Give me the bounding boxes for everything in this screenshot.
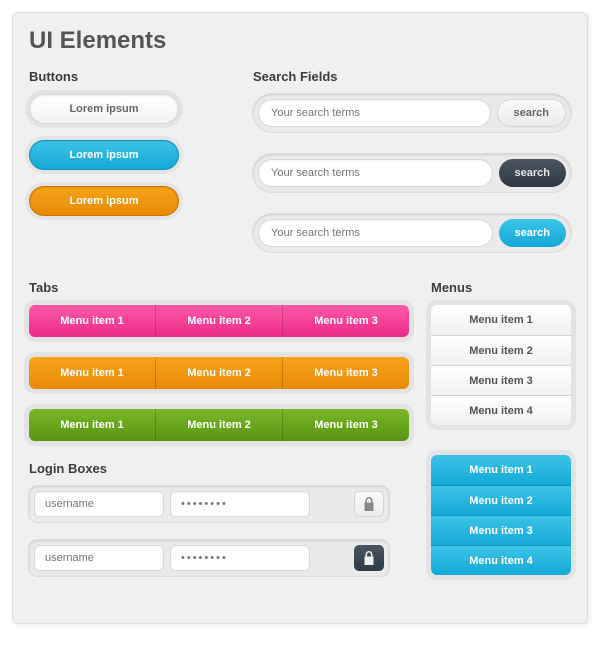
tabbar-orange: Menu item 1 Menu item 2 Menu item 3 xyxy=(29,357,409,389)
vertical-menu-white: Menu item 1 Menu item 2 Menu item 3 Menu… xyxy=(431,305,571,425)
username-input[interactable] xyxy=(34,491,164,517)
button-orange[interactable]: Lorem ipsum xyxy=(29,186,179,216)
lock-icon xyxy=(363,551,375,565)
login-heading: Login Boxes xyxy=(29,461,409,476)
lock-icon xyxy=(363,497,375,511)
search-input[interactable] xyxy=(258,159,493,187)
menus-heading: Menus xyxy=(431,280,571,295)
search-input[interactable] xyxy=(258,99,491,127)
tab-item[interactable]: Menu item 3 xyxy=(282,305,409,337)
buttons-heading: Buttons xyxy=(29,69,229,84)
search-section: Search Fields search search search xyxy=(253,69,571,274)
menu-item[interactable]: Menu item 3 xyxy=(431,365,571,395)
search-field-dark: search xyxy=(253,154,571,192)
tabs-heading: Tabs xyxy=(29,280,409,295)
login-box-light xyxy=(29,486,389,522)
menus-section: Menus Menu item 1 Menu item 2 Menu item … xyxy=(431,280,571,605)
password-input[interactable] xyxy=(170,491,310,517)
search-button[interactable]: search xyxy=(497,99,566,127)
tab-item[interactable]: Menu item 1 xyxy=(29,305,155,337)
tab-item[interactable]: Menu item 3 xyxy=(282,357,409,389)
search-button[interactable]: search xyxy=(499,159,566,187)
tab-item[interactable]: Menu item 2 xyxy=(155,305,282,337)
menu-item[interactable]: Menu item 4 xyxy=(431,395,571,425)
search-field-light: search xyxy=(253,94,571,132)
tabs-section: Tabs Menu item 1 Menu item 2 Menu item 3… xyxy=(29,280,409,605)
tab-item[interactable]: Menu item 1 xyxy=(29,357,155,389)
panel: UI Elements Buttons Lorem ipsum Lorem ip… xyxy=(12,12,588,624)
tab-item[interactable]: Menu item 2 xyxy=(155,409,282,441)
page-title: UI Elements xyxy=(29,27,571,55)
login-box-dark xyxy=(29,540,389,576)
menu-item[interactable]: Menu item 3 xyxy=(431,515,571,545)
search-field-blue: search xyxy=(253,214,571,252)
button-white[interactable]: Lorem ipsum xyxy=(29,94,179,124)
login-submit-button[interactable] xyxy=(354,545,384,571)
menu-item[interactable]: Menu item 4 xyxy=(431,545,571,575)
tab-item[interactable]: Menu item 1 xyxy=(29,409,155,441)
tabbar-pink: Menu item 1 Menu item 2 Menu item 3 xyxy=(29,305,409,337)
menu-item[interactable]: Menu item 1 xyxy=(431,305,571,335)
tab-item[interactable]: Menu item 3 xyxy=(282,409,409,441)
buttons-section: Buttons Lorem ipsum Lorem ipsum Lorem ip… xyxy=(29,69,229,274)
search-input[interactable] xyxy=(258,219,493,247)
password-input[interactable] xyxy=(170,545,310,571)
button-blue[interactable]: Lorem ipsum xyxy=(29,140,179,170)
search-heading: Search Fields xyxy=(253,69,571,84)
top-row: Buttons Lorem ipsum Lorem ipsum Lorem ip… xyxy=(29,69,571,274)
login-submit-button[interactable] xyxy=(354,491,384,517)
tabbar-green: Menu item 1 Menu item 2 Menu item 3 xyxy=(29,409,409,441)
menu-item[interactable]: Menu item 2 xyxy=(431,485,571,515)
username-input[interactable] xyxy=(34,545,164,571)
vertical-menu-blue: Menu item 1 Menu item 2 Menu item 3 Menu… xyxy=(431,455,571,575)
tab-item[interactable]: Menu item 2 xyxy=(155,357,282,389)
menu-item[interactable]: Menu item 2 xyxy=(431,335,571,365)
mid-row: Tabs Menu item 1 Menu item 2 Menu item 3… xyxy=(29,274,571,605)
search-button[interactable]: search xyxy=(499,219,566,247)
menu-item[interactable]: Menu item 1 xyxy=(431,455,571,485)
